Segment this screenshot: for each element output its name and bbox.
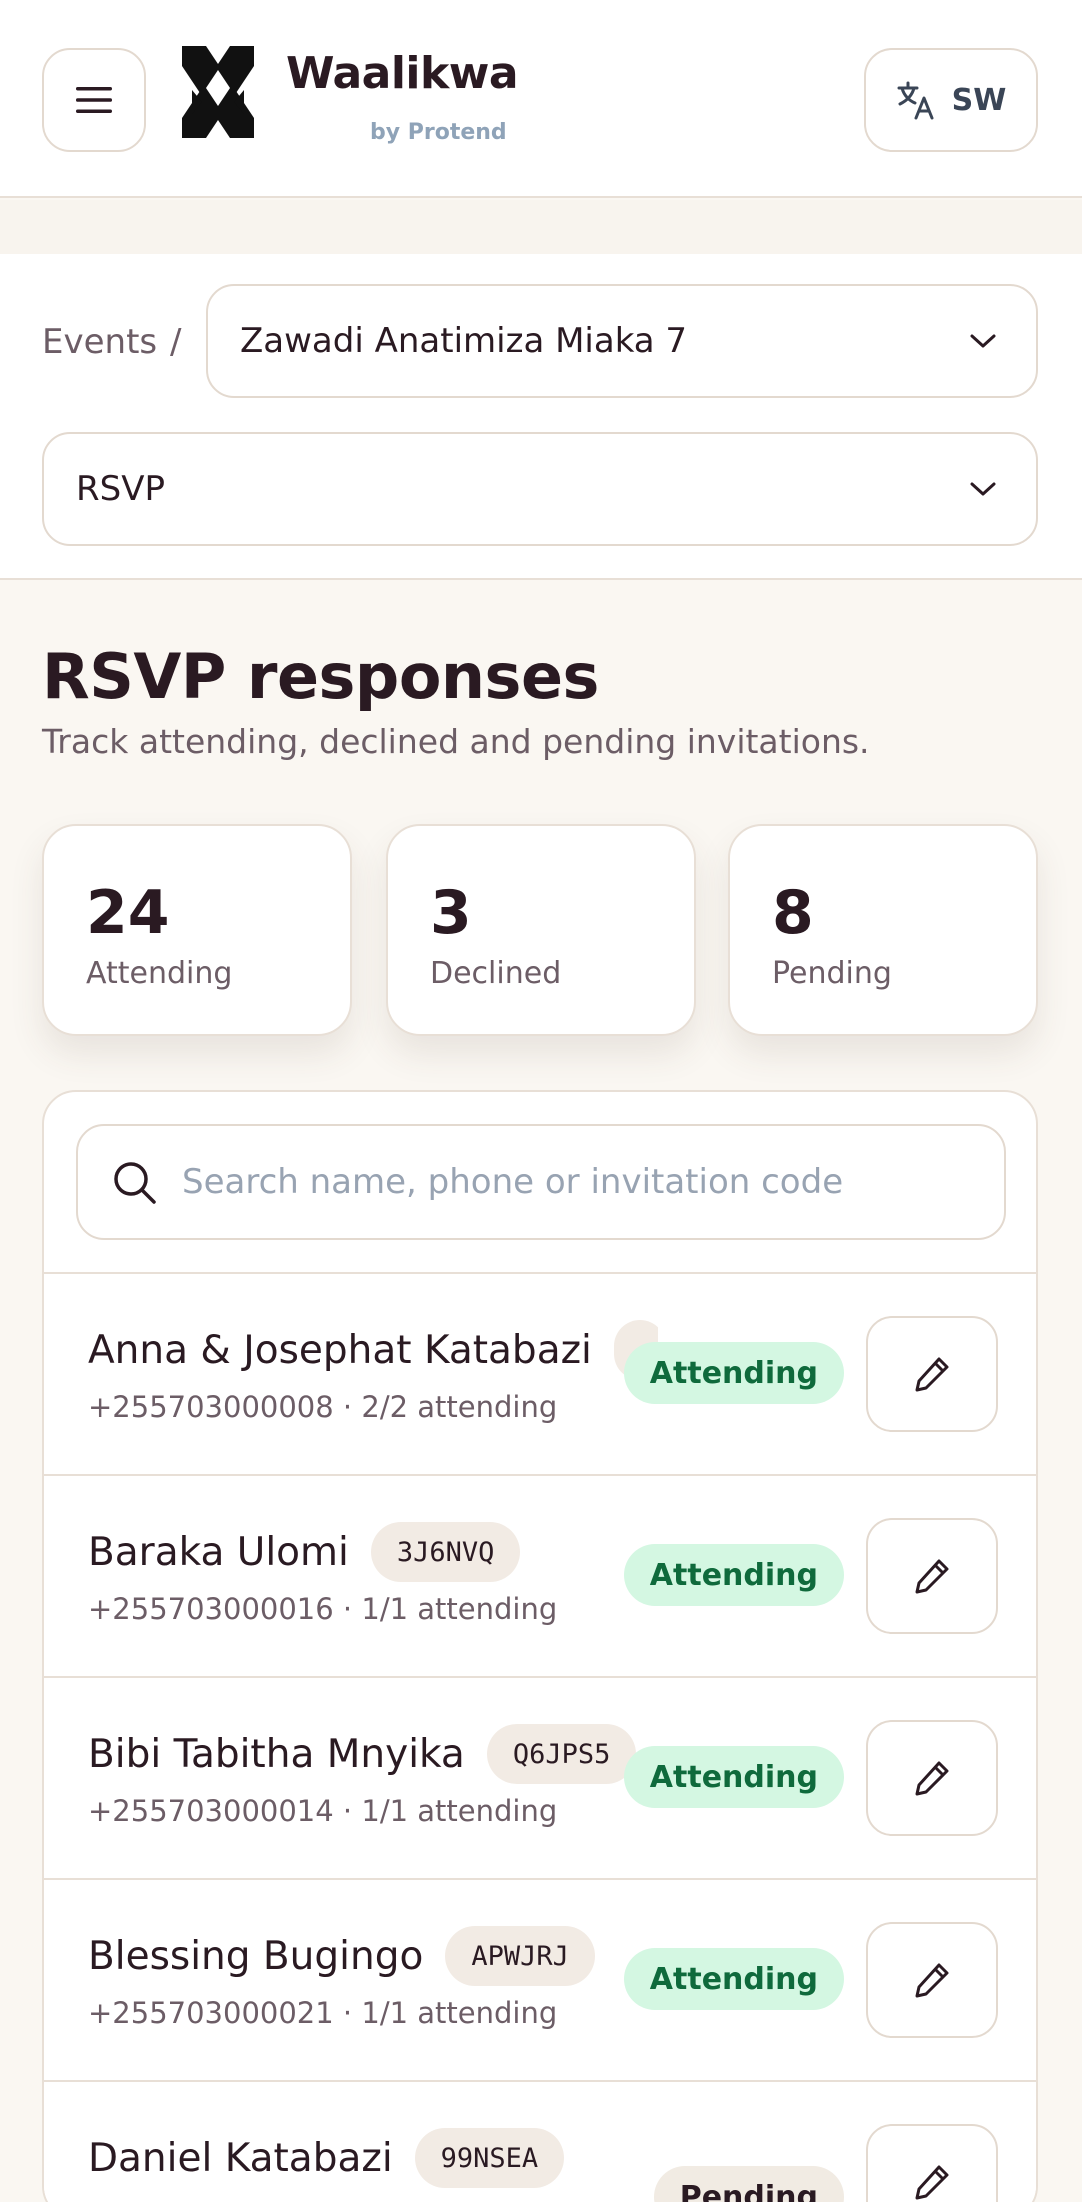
brand-byline: by Protend	[370, 120, 507, 145]
guest-attending-count: 1/1 attending	[361, 1996, 558, 2030]
guest-name-line: Anna & Josephat Katabazi	[88, 1318, 658, 1382]
guest-name: Baraka Ulomi	[88, 1529, 349, 1575]
status-badge: Pending	[653, 2166, 844, 2202]
stat-label: Pending	[772, 956, 892, 991]
stat-label: Declined	[430, 956, 562, 991]
guest-meta: +255703000021 · 1/1 attending	[88, 1996, 558, 2030]
chevron-down-icon	[970, 482, 996, 496]
breadcrumb-events-link[interactable]: Events	[42, 322, 157, 362]
guest-name-line: Daniel Katabazi 99NSEA	[88, 2126, 658, 2190]
invitation-code-chip: Q6JPS5	[486, 1724, 637, 1784]
pencil-icon	[915, 2165, 949, 2200]
breadcrumb-separator: /	[170, 322, 182, 362]
edit-button[interactable]	[866, 2124, 998, 2202]
search-input[interactable]	[182, 1126, 982, 1238]
guest-row[interactable]: Bibi Tabitha Mnyika Q6JPS5 +255703000014…	[44, 1676, 1036, 1878]
status-badge: Attending	[623, 1544, 844, 1606]
edit-button[interactable]	[866, 1518, 998, 1634]
search-icon	[114, 1162, 156, 1204]
hamburger-menu-icon	[76, 87, 112, 113]
invitation-code-chip: APWJRJ	[445, 1926, 595, 1986]
guest-attending-count: 1/1 attending	[361, 1592, 558, 1626]
event-select-value: Zawadi Anatimiza Miaka 7	[240, 321, 688, 361]
stat-label: Attending	[86, 956, 233, 991]
language-switch-button[interactable]: SW	[864, 48, 1038, 152]
guest-attending-count: 2/2 attending	[361, 1390, 558, 1424]
edit-button[interactable]	[866, 1720, 998, 1836]
menu-button[interactable]	[42, 48, 146, 152]
guest-name: Blessing Bugingo	[88, 1933, 424, 1979]
waalikwa-logo-icon	[182, 46, 254, 138]
invitation-code-chip: 99NSEA	[414, 2128, 565, 2188]
guest-phone: +255703000021	[88, 1996, 334, 2030]
status-badge: Attending	[623, 1746, 844, 1808]
search-field[interactable]	[76, 1124, 1006, 1240]
guest-row[interactable]: Anna & Josephat Katabazi +255703000008 ·…	[44, 1272, 1036, 1474]
guest-meta: +255703000008 · 2/2 attending	[88, 1390, 558, 1424]
invitation-code-chip: 3J6NVQ	[370, 1522, 521, 1582]
pencil-icon	[915, 1357, 949, 1392]
edit-button[interactable]	[866, 1922, 998, 2038]
stat-card-declined: 3 Declined	[386, 824, 696, 1036]
guest-name-line: Bibi Tabitha Mnyika Q6JPS5	[88, 1722, 658, 1786]
guest-meta: +255703000014 · 1/1 attending	[88, 1794, 558, 1828]
guest-row[interactable]: Blessing Bugingo APWJRJ +255703000021 · …	[44, 1878, 1036, 2080]
guest-phone: +255703000016	[88, 1592, 334, 1626]
page-section-select[interactable]: RSVP	[42, 432, 1038, 546]
pencil-icon	[915, 1761, 949, 1796]
stat-card-pending: 8 Pending	[728, 824, 1038, 1036]
guest-name: Daniel Katabazi	[88, 2135, 393, 2181]
translate-icon	[897, 81, 934, 120]
edit-button[interactable]	[866, 1316, 998, 1432]
guest-name: Bibi Tabitha Mnyika	[88, 1731, 465, 1777]
chevron-down-icon	[970, 334, 996, 348]
guest-name-line: Baraka Ulomi 3J6NVQ	[88, 1520, 658, 1584]
pencil-icon	[915, 1559, 949, 1594]
guest-meta: +255703000016 · 1/1 attending	[88, 1592, 558, 1626]
guest-name-line: Blessing Bugingo APWJRJ	[88, 1924, 658, 1988]
page-subtitle: Track attending, declined and pending in…	[42, 722, 870, 761]
event-navigation: Events / Zawadi Anatimiza Miaka 7 RSVP	[0, 254, 1082, 580]
page-section-value: RSVP	[76, 469, 165, 509]
guest-row[interactable]: Baraka Ulomi 3J6NVQ +255703000016 · 1/1 …	[44, 1474, 1036, 1676]
status-badge: Attending	[623, 1948, 844, 2010]
stat-value: 8	[772, 878, 814, 948]
stat-card-attending: 24 Attending	[42, 824, 352, 1036]
guest-phone: +255703000014	[88, 1794, 334, 1828]
language-code: SW	[951, 82, 1007, 118]
event-select[interactable]: Zawadi Anatimiza Miaka 7	[206, 284, 1038, 398]
pencil-icon	[915, 1963, 949, 1998]
guest-attending-count: 1/1 attending	[361, 1794, 558, 1828]
stat-value: 3	[430, 878, 472, 948]
rsvp-list-card: Anna & Josephat Katabazi +255703000008 ·…	[42, 1090, 1038, 2202]
page-title: RSVP responses	[42, 640, 599, 713]
guest-name: Anna & Josephat Katabazi	[88, 1327, 592, 1373]
header-spacer-band	[0, 200, 1082, 254]
brand-name: Waalikwa	[286, 48, 519, 99]
stat-value: 24	[86, 878, 170, 948]
app-header: Waalikwa by Protend SW	[0, 0, 1082, 198]
guest-row[interactable]: Daniel Katabazi 99NSEA Pending	[44, 2080, 1036, 2202]
status-badge: Attending	[623, 1342, 844, 1404]
guest-phone: +255703000008	[88, 1390, 334, 1424]
